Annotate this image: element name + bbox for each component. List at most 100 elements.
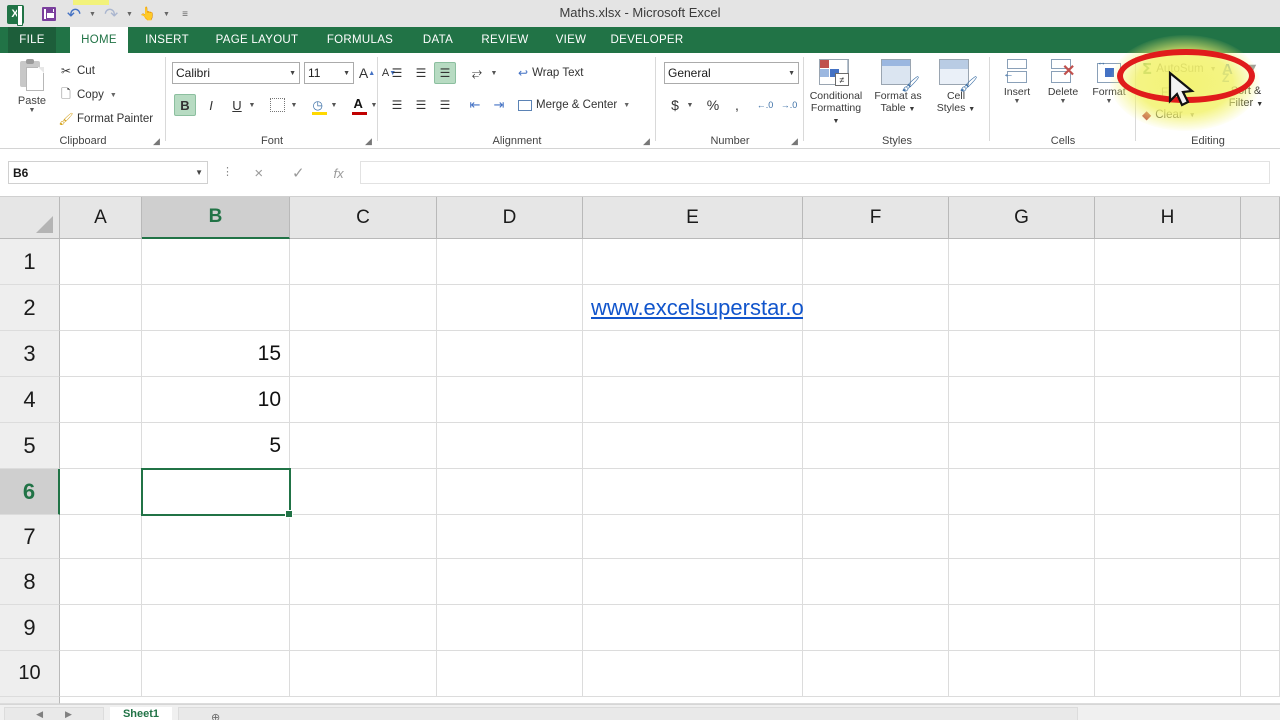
row-header-5[interactable]: 5 [0,423,60,469]
increase-decimal-button[interactable]: ←.0 [754,94,776,116]
cell-d4[interactable] [437,377,583,423]
cell-g4[interactable] [949,377,1095,423]
cell-a6[interactable] [60,469,142,515]
cell-e6[interactable] [583,469,803,515]
paste-button[interactable]: Paste ▼ [8,57,56,127]
cell-e1[interactable] [583,239,803,285]
next-sheet-icon[interactable]: ▶ [65,709,72,720]
cell-b4[interactable]: 10 [142,377,290,423]
decrease-indent-button[interactable]: ⇤ [464,94,486,116]
top-align-button[interactable]: ☰ [386,62,408,84]
underline-dropdown-icon[interactable]: ▼ [246,94,258,116]
column-header-e[interactable]: E [583,197,803,239]
underline-button[interactable]: U [226,94,248,116]
cell-row11-partial[interactable] [60,697,1280,704]
row-header-1[interactable]: 1 [0,239,60,285]
cell-i5[interactable] [1241,423,1280,469]
cell-d7[interactable] [437,515,583,559]
delete-dropdown-icon[interactable]: ▼ [1040,98,1086,106]
borders-dropdown-icon[interactable]: ▼ [288,94,300,116]
fill-button[interactable]: ↓ Fill ▼ [1142,83,1189,103]
merge-center-button[interactable]: Merge & Center ▼ [518,94,630,116]
column-header-h[interactable]: H [1095,197,1241,239]
cell-c8[interactable] [290,559,437,605]
cell-c10[interactable] [290,651,437,697]
format-dropdown-icon[interactable]: ▼ [1086,98,1132,106]
cell-c6[interactable] [290,469,437,515]
cell-styles-button[interactable]: 🖌 Cell Styles ▼ [926,57,986,116]
column-header-a[interactable]: A [60,197,142,239]
cell-b2[interactable] [142,285,290,331]
cell-b5[interactable]: 5 [142,423,290,469]
cell-d3[interactable] [437,331,583,377]
cell-a5[interactable] [60,423,142,469]
cell-f5[interactable] [803,423,949,469]
bold-button[interactable]: B [174,94,196,116]
previous-sheet-icon[interactable]: ◀ [36,709,43,720]
tab-developer[interactable]: DEVELOPER [602,27,692,53]
column-header-g[interactable]: G [949,197,1095,239]
cell-f1[interactable] [803,239,949,285]
copy-button[interactable]: 🗋 Copy ▼ [58,85,117,105]
cell-i8[interactable] [1241,559,1280,605]
alignment-dialog-launcher[interactable]: ◢ [643,137,652,146]
format-cells-button[interactable]: ↔ Format ▼ [1086,57,1132,106]
column-header-b[interactable]: B [142,197,290,239]
cell-h3[interactable] [1095,331,1241,377]
cell-e9[interactable] [583,605,803,651]
cell-b6[interactable] [142,469,290,515]
middle-align-button[interactable]: ☰ [410,62,432,84]
cell-e10[interactable] [583,651,803,697]
cell-f9[interactable] [803,605,949,651]
cell-d5[interactable] [437,423,583,469]
clear-dropdown-icon[interactable]: ▼ [1189,112,1196,119]
cell-a7[interactable] [60,515,142,559]
fill-dropdown-icon[interactable]: ▼ [1182,90,1189,97]
formula-input[interactable] [360,161,1270,184]
merge-center-dropdown-icon[interactable]: ▼ [623,102,630,109]
comma-format-button[interactable]: , [726,94,748,116]
cell-f2[interactable] [803,285,949,331]
cell-d6[interactable] [437,469,583,515]
cell-h8[interactable] [1095,559,1241,605]
increase-indent-button[interactable]: ⇥ [488,94,510,116]
cell-e3[interactable] [583,331,803,377]
cell-i6[interactable] [1241,469,1280,515]
tab-data[interactable]: DATA [414,27,462,53]
cell-e8[interactable] [583,559,803,605]
hyperlink-excelsuperstar[interactable]: www.excelsuperstar.org [591,295,823,321]
row-header-3[interactable]: 3 [0,331,60,377]
row-header-9[interactable]: 9 [0,605,60,651]
cell-a1[interactable] [60,239,142,285]
row-header-2[interactable]: 2 [0,285,60,331]
number-format-combo[interactable]: General ▼ [664,62,799,84]
cell-a2[interactable] [60,285,142,331]
font-color-button[interactable]: A [348,94,370,116]
cell-a8[interactable] [60,559,142,605]
cell-c5[interactable] [290,423,437,469]
cell-b9[interactable] [142,605,290,651]
row-header-4[interactable]: 4 [0,377,60,423]
cell-f6[interactable] [803,469,949,515]
cell-g9[interactable] [949,605,1095,651]
cell-d10[interactable] [437,651,583,697]
tab-view[interactable]: VIEW [548,27,594,53]
tab-page-layout[interactable]: PAGE LAYOUT [204,27,310,53]
cell-b10[interactable] [142,651,290,697]
row-header-7[interactable]: 7 [0,515,60,559]
row-header-6[interactable]: 6 [0,469,60,515]
row-header-10[interactable]: 10 [0,651,60,697]
conditional-formatting-button[interactable]: ≠ Conditional Formatting ▼ [806,57,866,128]
accounting-dropdown-icon[interactable]: ▼ [684,94,696,116]
cell-c4[interactable] [290,377,437,423]
cell-c7[interactable] [290,515,437,559]
cell-i4[interactable] [1241,377,1280,423]
paste-dropdown-icon[interactable]: ▼ [8,107,56,114]
cell-e7[interactable] [583,515,803,559]
sheet-navigation-arrows[interactable]: ◀ ▶ [4,707,104,720]
italic-button[interactable]: I [200,94,222,116]
cell-e4[interactable] [583,377,803,423]
cell-d1[interactable] [437,239,583,285]
cell-a4[interactable] [60,377,142,423]
fill-color-button[interactable]: ◷ [308,94,330,116]
